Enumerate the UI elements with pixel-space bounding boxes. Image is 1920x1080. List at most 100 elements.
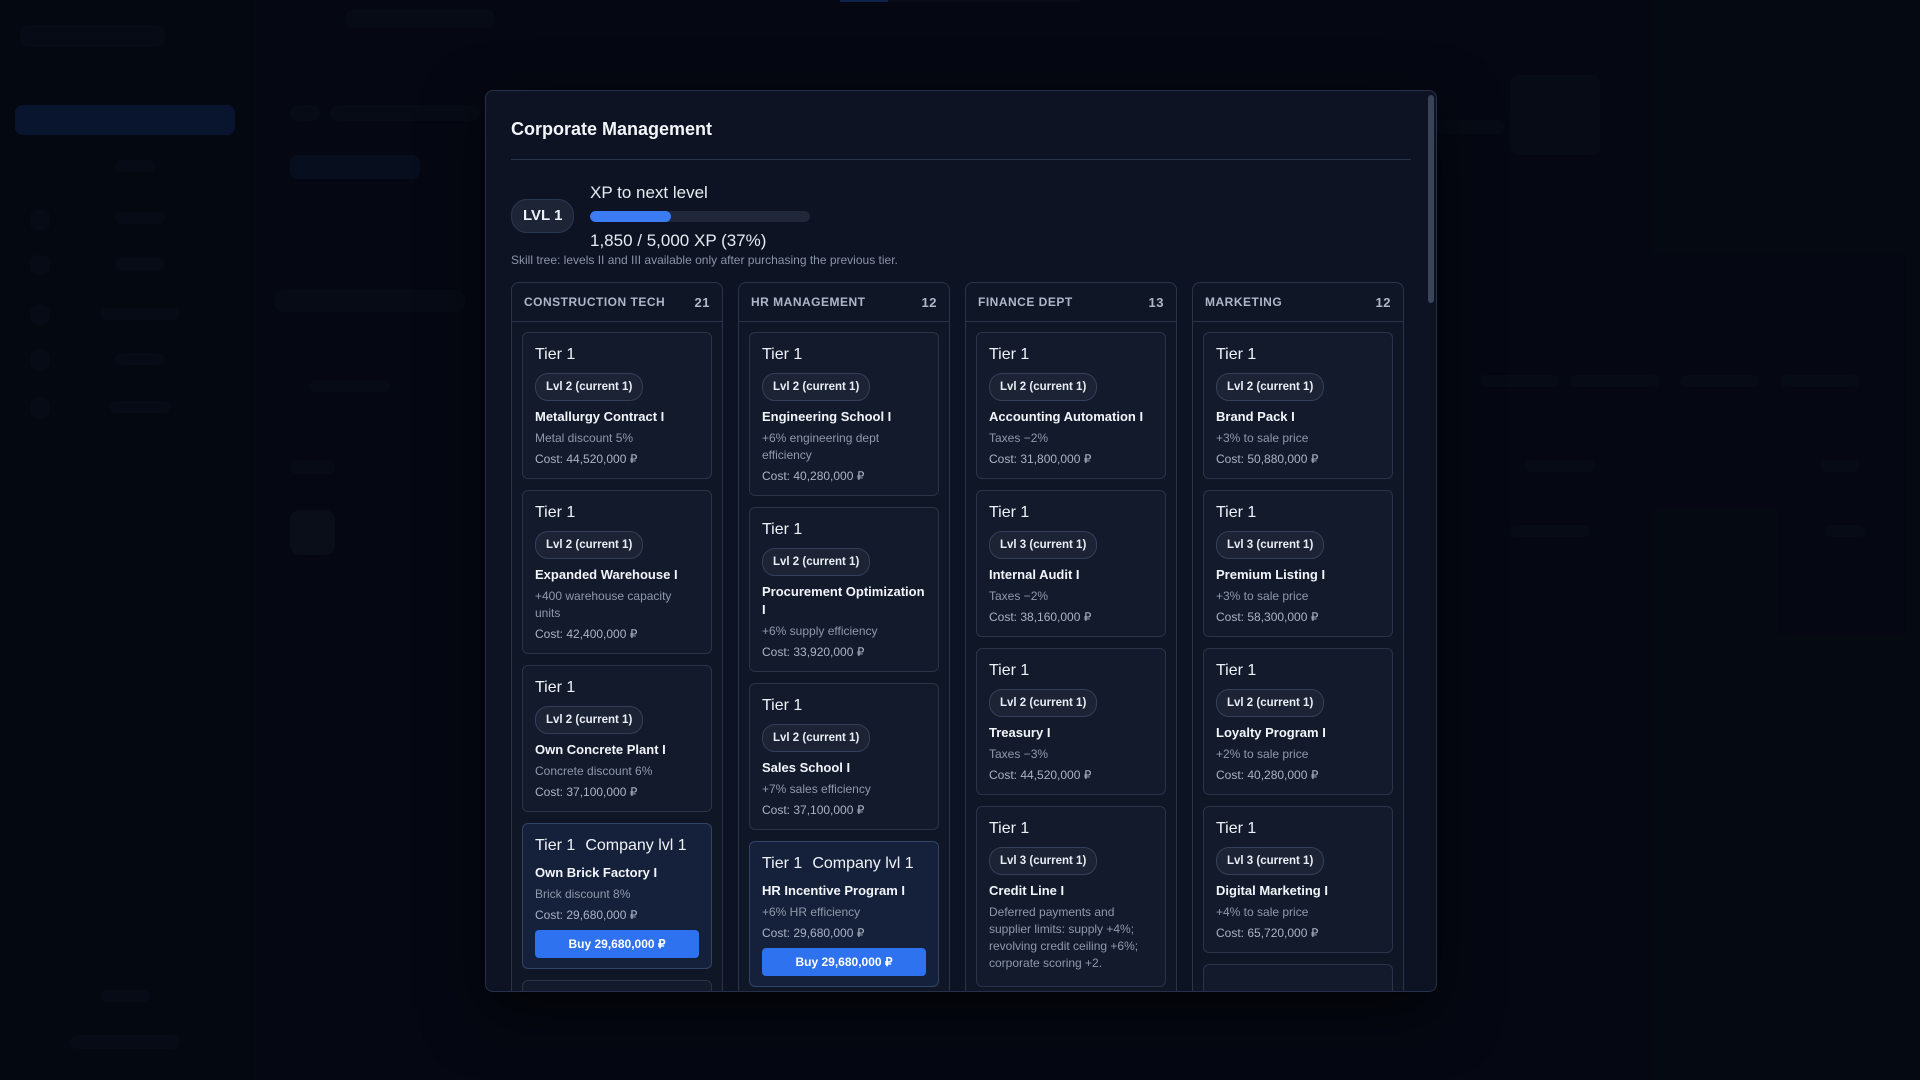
card-tier: Tier 1 <box>535 346 576 363</box>
column-title: CONSTRUCTION TECH <box>524 295 666 309</box>
column-header: HR MANAGEMENT 12 <box>739 283 949 322</box>
xp-label: XP to next level <box>590 183 708 202</box>
skill-cost: Cost: 33,920,000 ₽ <box>762 645 865 659</box>
skill-card[interactable]: Tier 1 Lvl 2 (current 1) Loyalty Program… <box>1203 648 1393 795</box>
skill-card[interactable] <box>1203 964 1393 991</box>
card-tier: Tier 1 <box>535 679 576 696</box>
skill-cost: Cost: 29,680,000 ₽ <box>535 908 638 922</box>
level-badge: Lvl 2 (current 1) <box>1216 373 1325 401</box>
skill-description: Taxes −2% <box>989 431 1049 445</box>
level-badge: Lvl 3 (current 1) <box>1216 847 1325 875</box>
card-tier: Tier 1 <box>1216 820 1257 837</box>
skill-card[interactable]: Tier 1 Lvl 2 (current 1) Expanded Wareho… <box>522 490 712 654</box>
skill-name: Engineering School I <box>762 409 892 424</box>
skill-card[interactable]: Tier 1 Lvl 2 (current 1) Own Concrete Pl… <box>522 665 712 812</box>
buy-button[interactable]: Buy 29,680,000 ₽ <box>535 930 699 958</box>
column-finance-dept: FINANCE DEPT 13 Tier 1 Lvl 2 (current 1)… <box>965 282 1177 991</box>
skill-card[interactable]: Tier 1 Lvl 3 (current 1) Credit Line I D… <box>976 806 1166 987</box>
xp-progress-fill <box>590 211 672 222</box>
card-tier: Tier 1 <box>762 346 803 363</box>
column-header: MARKETING 12 <box>1193 283 1403 322</box>
skill-description: Taxes −2% <box>989 589 1049 603</box>
skill-description: +4% to sale price <box>1216 905 1309 919</box>
column-marketing: MARKETING 12 Tier 1 Lvl 2 (current 1) Br… <box>1192 282 1404 991</box>
level-badge: Lvl 2 (current 1) <box>989 373 1098 401</box>
skill-name: Own Concrete Plant I <box>535 742 666 757</box>
level-badge: Lvl 2 (current 1) <box>1216 689 1325 717</box>
card-tier: Tier 1 <box>1216 504 1257 521</box>
card-tier: Tier 1 <box>989 820 1030 837</box>
modal-title: Corporate Management <box>511 119 713 139</box>
skill-cost: Cost: 44,520,000 ₽ <box>535 452 638 466</box>
card-tier-label: Tier 1 <box>535 837 576 854</box>
skill-cost: Cost: 40,280,000 ₽ <box>762 469 865 483</box>
skill-name: Own Brick Factory I <box>535 865 658 880</box>
level-badge: Lvl 2 (current 1) <box>535 706 644 734</box>
column-header: CONSTRUCTION TECH 21 <box>512 283 722 322</box>
skill-card[interactable]: Tier 1 Lvl 2 (current 1) Engineering Sch… <box>749 332 939 496</box>
skill-card[interactable]: Tier 1 Lvl 3 (current 1) Internal Audit … <box>976 490 1166 637</box>
skill-card-buyable[interactable]: Tier 1 Company lvl 1 HR Incentive Program… <box>749 841 939 987</box>
card-tier: Tier 1 <box>1216 346 1257 363</box>
card-tier: Tier 1 <box>762 697 803 714</box>
level-badge: Lvl 2 (current 1) <box>762 373 871 401</box>
level-badge: Lvl 2 (current 1) <box>535 531 644 559</box>
skill-tree-note: Skill tree: levels II and III available … <box>511 253 898 267</box>
skill-cost: Cost: 50,880,000 ₽ <box>1216 452 1319 466</box>
skill-card[interactable]: Tier 1 Lvl 2 (current 1) Metallurgy Cont… <box>522 332 712 479</box>
card-tier: Tier 1 <box>535 504 576 521</box>
column-count: 12 <box>1375 294 1391 310</box>
xp-progress-bar <box>590 211 810 222</box>
skill-columns: CONSTRUCTION TECH 21 Tier 1 Lvl 2 (curre… <box>511 282 1404 991</box>
skill-name: Loyalty Program I <box>1216 725 1326 740</box>
skill-name: Digital Marketing I <box>1216 883 1328 898</box>
company-level-requirement: Company lvl 1 <box>812 855 914 872</box>
modal-scrollbar[interactable] <box>1428 95 1434 303</box>
skill-description: +6% engineering dept efficiency <box>762 431 880 462</box>
skill-card-buyable[interactable]: Tier 1 Company lvl 1 Own Brick Factory I … <box>522 823 712 969</box>
level-badge: Lvl 2 (current 1) <box>762 548 871 576</box>
skill-description: +3% to sale price <box>1216 431 1309 445</box>
skill-name: Brand Pack I <box>1216 409 1295 424</box>
skill-description: Brick discount 8% <box>535 887 631 901</box>
skill-name: Internal Audit I <box>989 567 1080 582</box>
skill-description: +7% sales efficiency <box>762 782 871 796</box>
skill-name: HR Incentive Program I <box>762 883 906 898</box>
skill-description: Metal discount 5% <box>535 431 634 445</box>
level-badge: LVL 1 <box>511 199 575 233</box>
skill-name: Accounting Automation I <box>989 409 1144 424</box>
card-tier: Tier 1 Company lvl 1 <box>762 854 926 874</box>
skill-cost: Cost: 29,680,000 ₽ <box>762 926 865 940</box>
skill-card[interactable] <box>522 980 712 991</box>
skill-card[interactable]: Tier 1 Lvl 2 (current 1) Treasury I Taxe… <box>976 648 1166 795</box>
skill-card[interactable]: Tier 1 Lvl 2 (current 1) Sales School I … <box>749 683 939 830</box>
skill-card[interactable]: Tier 1 Lvl 3 (current 1) Premium Listing… <box>1203 490 1393 637</box>
column-count: 21 <box>694 294 710 310</box>
skill-card[interactable]: Tier 1 Lvl 2 (current 1) Brand Pack I +3… <box>1203 332 1393 479</box>
column-construction-tech: CONSTRUCTION TECH 21 Tier 1 Lvl 2 (curre… <box>511 282 723 991</box>
skill-card[interactable]: Tier 1 Lvl 2 (current 1) Accounting Auto… <box>976 332 1166 479</box>
skill-name: Credit Line I <box>989 883 1065 898</box>
skill-description: +3% to sale price <box>1216 589 1309 603</box>
column-title: FINANCE DEPT <box>978 295 1073 309</box>
card-tier: Tier 1 <box>989 504 1030 521</box>
skill-description: Concrete discount 6% <box>535 764 653 778</box>
level-section: LVL 1 XP to next level 1,850 / 5,000 XP … <box>511 183 1011 250</box>
column-header: FINANCE DEPT 13 <box>966 283 1176 322</box>
skill-name: Expanded Warehouse I <box>535 567 678 582</box>
skill-card[interactable]: Tier 1 Lvl 3 (current 1) Digital Marketi… <box>1203 806 1393 953</box>
skill-cost: Cost: 58,300,000 ₽ <box>1216 610 1319 624</box>
level-badge: Lvl 2 (current 1) <box>989 689 1098 717</box>
buy-button[interactable]: Buy 29,680,000 ₽ <box>762 948 926 976</box>
column-hr-management: HR MANAGEMENT 12 Tier 1 Lvl 2 (current 1… <box>738 282 950 991</box>
level-badge: Lvl 3 (current 1) <box>1216 531 1325 559</box>
skill-name: Sales School I <box>762 760 851 775</box>
skill-description: Deferred payments and supplier limits: s… <box>989 905 1139 970</box>
column-title: MARKETING <box>1205 295 1283 309</box>
xp-value: 1,850 / 5,000 XP (37%) <box>590 231 767 250</box>
card-tier: Tier 1 <box>762 521 803 538</box>
column-count: 12 <box>921 294 937 310</box>
card-tier: Tier 1 Company lvl 1 <box>535 836 699 856</box>
skill-card[interactable]: Tier 1 Lvl 2 (current 1) Procurement Opt… <box>749 507 939 672</box>
card-tier: Tier 1 <box>989 662 1030 679</box>
